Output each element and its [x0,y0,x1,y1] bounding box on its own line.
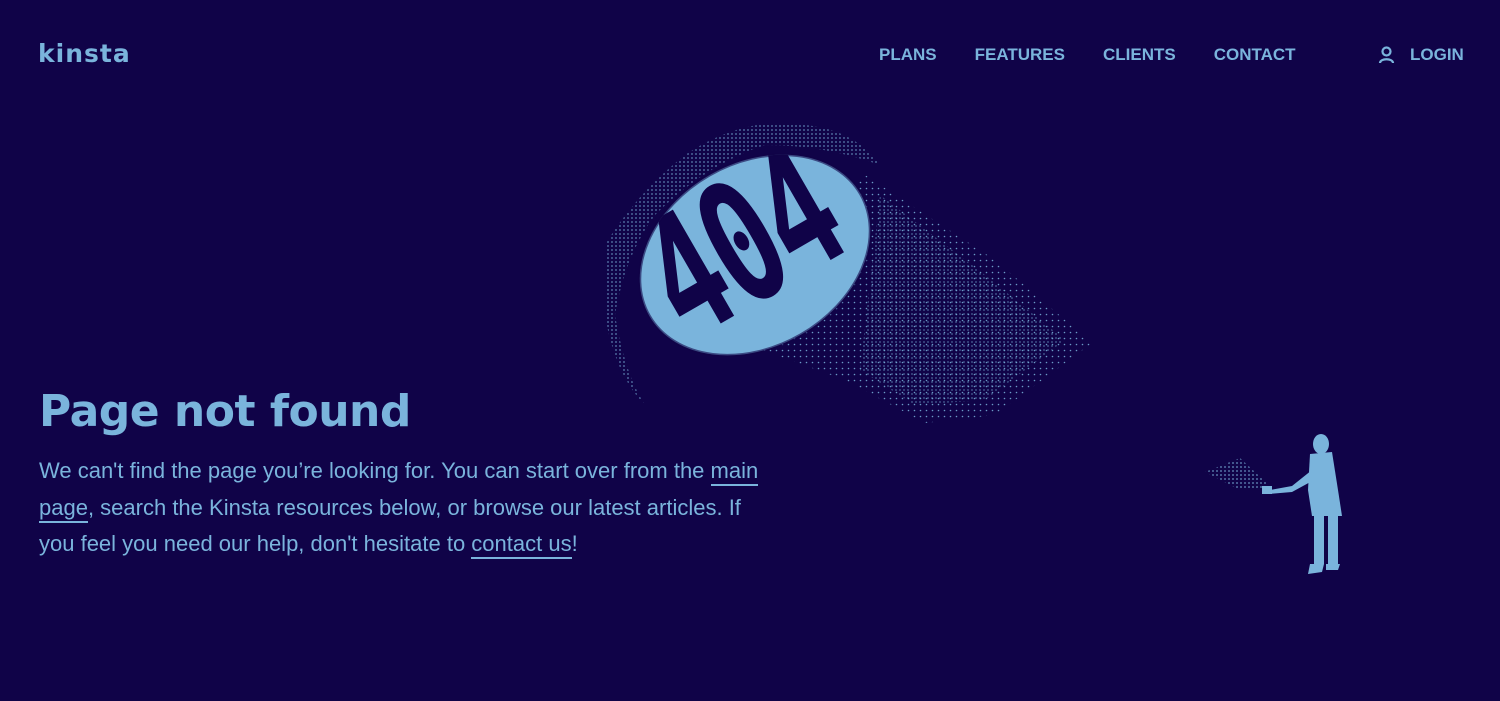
hole-404-illustration: 404 [595,85,1100,430]
user-icon [1378,46,1395,64]
main-nav: PLANS FEATURES CLIENTS CONTACT [879,44,1296,66]
description-text-part1: We can't find the page you’re looking fo… [39,458,711,483]
person-with-flashlight-illustration [1200,430,1350,580]
description-text-part3: ! [571,531,578,556]
nav-item-features[interactable]: FEATURES [975,44,1065,66]
page-title: Page not found [39,386,411,437]
login-button[interactable]: LOGIN [1378,44,1464,66]
description-text-part2: , search the Kinsta resources below, or … [39,494,741,557]
login-label: LOGIN [1410,45,1464,64]
error-description: We can't find the page you’re looking fo… [39,453,759,563]
nav-item-plans[interactable]: PLANS [879,44,937,66]
nav-item-contact[interactable]: CONTACT [1214,44,1296,66]
contact-us-link[interactable]: contact us [471,531,572,559]
kinsta-logo[interactable]: kinsta [38,38,131,70]
nav-item-clients[interactable]: CLIENTS [1103,44,1176,66]
